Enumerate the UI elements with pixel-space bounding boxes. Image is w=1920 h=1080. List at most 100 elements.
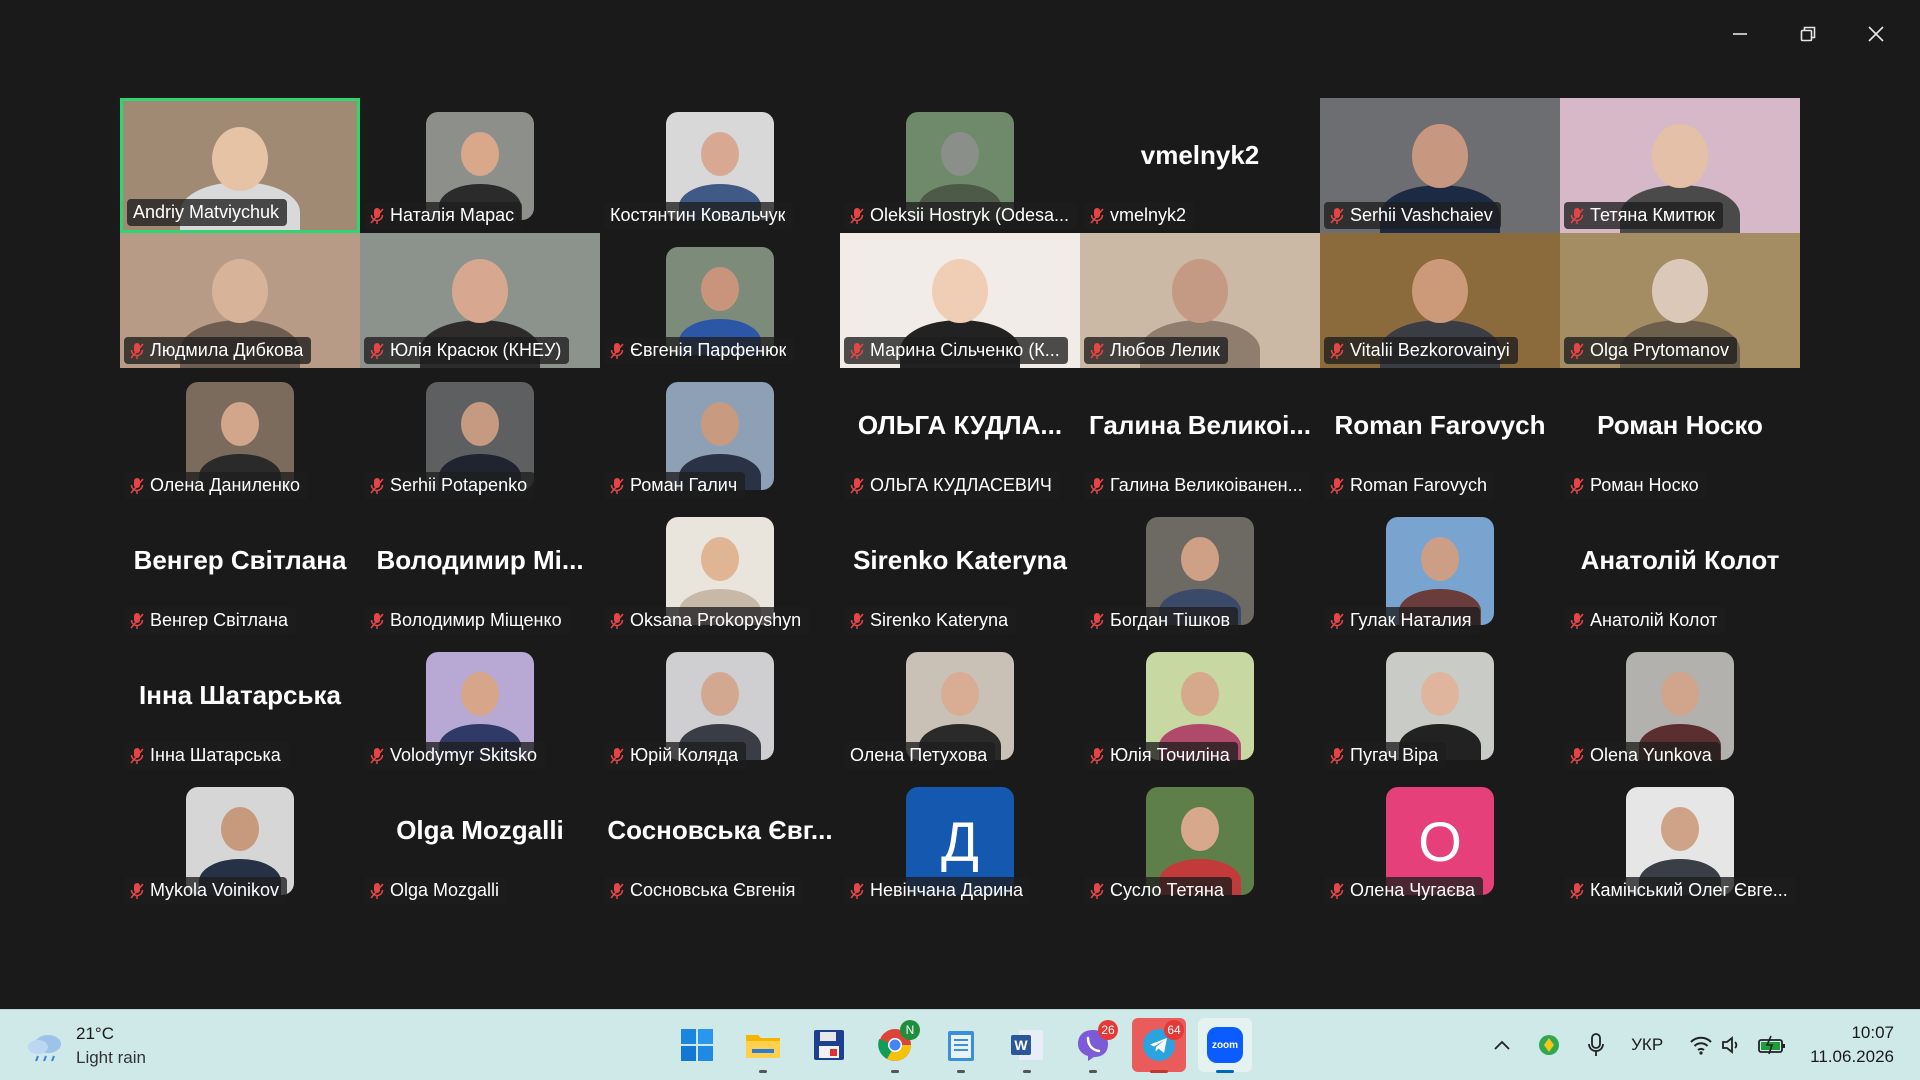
participant-tile[interactable]: Любов Лелик bbox=[1080, 233, 1320, 368]
participant-name: Olga Mozgalli bbox=[390, 880, 500, 900]
participant-tile[interactable]: Пугач Віра bbox=[1320, 638, 1560, 773]
participant-tile[interactable]: Andriy Matviychuk bbox=[120, 98, 360, 233]
mic-muted-icon bbox=[370, 477, 384, 494]
mic-muted-icon bbox=[1090, 882, 1104, 899]
participant-name: Богдан Тішков bbox=[1110, 610, 1231, 630]
participant-tile[interactable]: Volodymyr Skitsko bbox=[360, 638, 600, 773]
participant-tile[interactable]: Венгер Світлана Венгер Світлана bbox=[120, 503, 360, 638]
participant-tile[interactable]: vmelnyk2 vmelnyk2 bbox=[1080, 98, 1320, 233]
participant-tile[interactable]: Юлія Красюк (КНЕУ) bbox=[360, 233, 600, 368]
network-button[interactable] bbox=[1689, 1035, 1787, 1055]
close-button[interactable] bbox=[1842, 14, 1910, 54]
participant-tile[interactable]: О Олена Чугаєва bbox=[1320, 773, 1560, 908]
zoom-icon-label: zoom bbox=[1211, 1039, 1239, 1051]
participant-tile[interactable]: Інна Шатарська Інна Шатарська bbox=[120, 638, 360, 773]
participant-tile[interactable]: Володимир Мі... Володимир Міщенко bbox=[360, 503, 600, 638]
word-button[interactable]: W bbox=[1000, 1018, 1054, 1073]
participant-tile[interactable]: Д Невінчана Дарина bbox=[840, 773, 1080, 908]
participant-tile[interactable]: Роман Носко Роман Носко bbox=[1560, 368, 1800, 503]
participant-tile[interactable]: Тетяна Кмитюк bbox=[1560, 98, 1800, 233]
microphone-tray-button[interactable] bbox=[1587, 1033, 1605, 1057]
participant-tile[interactable]: Богдан Тішков bbox=[1080, 503, 1320, 638]
viber-button[interactable]: 26 bbox=[1066, 1018, 1120, 1073]
participant-tile[interactable]: Олена Петухова bbox=[840, 638, 1080, 773]
mic-muted-icon bbox=[130, 882, 144, 899]
language-indicator[interactable]: УКР bbox=[1631, 1035, 1663, 1055]
participant-name-label: Olena Yunkova bbox=[1564, 742, 1720, 769]
participant-tile[interactable]: Гулак Наталия bbox=[1320, 503, 1560, 638]
participant-tile[interactable]: Mykola Voinikov bbox=[120, 773, 360, 908]
zoom-button[interactable]: zoom bbox=[1198, 1018, 1252, 1073]
participant-tile[interactable]: Олена Даниленко bbox=[120, 368, 360, 503]
chevron-up-icon bbox=[1494, 1040, 1510, 1050]
participant-tile[interactable]: Olena Yunkova bbox=[1560, 638, 1800, 773]
participant-name-label: Юлія Красюк (КНЕУ) bbox=[364, 337, 570, 364]
participant-name-label: Богдан Тішков bbox=[1084, 607, 1239, 634]
participant-name: Сосновська Євгенія bbox=[630, 880, 796, 900]
telegram-button[interactable]: 64 bbox=[1132, 1018, 1186, 1073]
minimize-button[interactable] bbox=[1706, 14, 1774, 54]
participant-tile[interactable]: Юрій Коляда bbox=[600, 638, 840, 773]
participant-name: Любов Лелик bbox=[1110, 340, 1220, 360]
participant-tile[interactable]: Костянтин Ковальчук bbox=[600, 98, 840, 233]
file-explorer-button[interactable] bbox=[736, 1018, 790, 1073]
participant-tile[interactable]: Oksana Prokopyshyn bbox=[600, 503, 840, 638]
participant-name: Serhii Vashchaiev bbox=[1350, 205, 1493, 225]
participant-name: Mykola Voinikov bbox=[150, 880, 280, 900]
taskbar: 21°C Light rain N W 26 64 zoom УКР 10:07… bbox=[0, 1009, 1920, 1080]
speaker-icon bbox=[1722, 1036, 1738, 1054]
participant-name-label: Олена Чугаєва bbox=[1324, 877, 1483, 904]
participant-name: Oleksii Hostryk (Odesa... bbox=[870, 205, 1070, 225]
participant-display-name: vmelnyk2 bbox=[1140, 140, 1260, 170]
microphone-icon bbox=[1588, 1033, 1605, 1056]
participant-tile[interactable]: Марина Сільченко (К... bbox=[840, 233, 1080, 368]
clock[interactable]: 10:07 11.06.2026 bbox=[1810, 1021, 1894, 1069]
mic-muted-icon bbox=[1330, 477, 1344, 494]
participant-tile[interactable]: ОЛЬГА КУДЛА... ОЛЬГА КУДЛАСЕВИЧ bbox=[840, 368, 1080, 503]
save-app-button[interactable] bbox=[802, 1018, 856, 1072]
participant-name-label: Olga Prytomanov bbox=[1564, 337, 1738, 364]
mic-muted-icon bbox=[850, 612, 864, 629]
participant-tile[interactable]: Vitalii Bezkorovainyi bbox=[1320, 233, 1560, 368]
participant-tile[interactable]: Євгенія Парфенюк bbox=[600, 233, 840, 368]
participant-name-label: Сусло Тетяна bbox=[1084, 877, 1232, 904]
participant-name: Oksana Prokopyshyn bbox=[630, 610, 802, 630]
participant-display-name: Roman Farovych bbox=[1334, 410, 1546, 440]
participant-tile[interactable]: Галина Великоі... Галина Великоіванен... bbox=[1080, 368, 1320, 503]
participant-tile[interactable]: Камінський Олег Євге... bbox=[1560, 773, 1800, 908]
participant-tile[interactable]: Sirenko Kateryna Sirenko Kateryna bbox=[840, 503, 1080, 638]
participant-tile[interactable]: Сосновська Євг... Сосновська Євгенія bbox=[600, 773, 840, 908]
mic-muted-icon bbox=[370, 747, 384, 764]
participant-name-label: Людмила Дибкова bbox=[124, 337, 312, 364]
weather-widget[interactable]: 21°C Light rain bbox=[26, 1022, 146, 1070]
weather-condition: Light rain bbox=[76, 1048, 146, 1067]
participant-tile[interactable]: Olga Prytomanov bbox=[1560, 233, 1800, 368]
participant-tile[interactable]: Юлія Точиліна bbox=[1080, 638, 1320, 773]
participant-tile[interactable]: Serhii Vashchaiev bbox=[1320, 98, 1560, 233]
restore-button[interactable] bbox=[1774, 14, 1842, 54]
chrome-button[interactable]: N bbox=[868, 1018, 922, 1073]
participant-name-label: Роман Носко bbox=[1564, 472, 1707, 499]
participant-name-label: Олена Даниленко bbox=[124, 472, 309, 499]
participant-name: Костянтин Ковальчук bbox=[610, 205, 786, 225]
participant-name-label: Volodymyr Skitsko bbox=[364, 742, 546, 769]
participant-tile[interactable]: Людмила Дибкова bbox=[120, 233, 360, 368]
mic-muted-icon bbox=[130, 747, 144, 764]
participant-name-label: Євгенія Парфенюк bbox=[604, 337, 795, 364]
notepad-button[interactable] bbox=[934, 1018, 988, 1073]
participant-name: Олена Чугаєва bbox=[1350, 880, 1475, 900]
participant-tile[interactable]: Oleksii Hostryk (Odesa... bbox=[840, 98, 1080, 233]
participant-tile[interactable]: Роман Галич bbox=[600, 368, 840, 503]
participant-name-label: Володимир Міщенко bbox=[364, 607, 570, 634]
participant-tile[interactable]: Анатолій Колот Анатолій Колот bbox=[1560, 503, 1800, 638]
participant-tile[interactable]: Roman Farovych Roman Farovych bbox=[1320, 368, 1560, 503]
participant-display-name: Sirenko Kateryna bbox=[853, 545, 1067, 575]
participant-tile[interactable]: Наталія Марас bbox=[360, 98, 600, 233]
participant-tile[interactable]: Serhii Potapenko bbox=[360, 368, 600, 503]
participant-tile[interactable]: Сусло Тетяна bbox=[1080, 773, 1320, 908]
participant-display-name: Галина Великоі... bbox=[1089, 410, 1311, 440]
security-tray-button[interactable] bbox=[1537, 1033, 1561, 1057]
participant-tile[interactable]: Olga Mozgalli Olga Mozgalli bbox=[360, 773, 600, 908]
show-hidden-icons-button[interactable] bbox=[1493, 1039, 1511, 1051]
start-button[interactable] bbox=[670, 1018, 724, 1072]
